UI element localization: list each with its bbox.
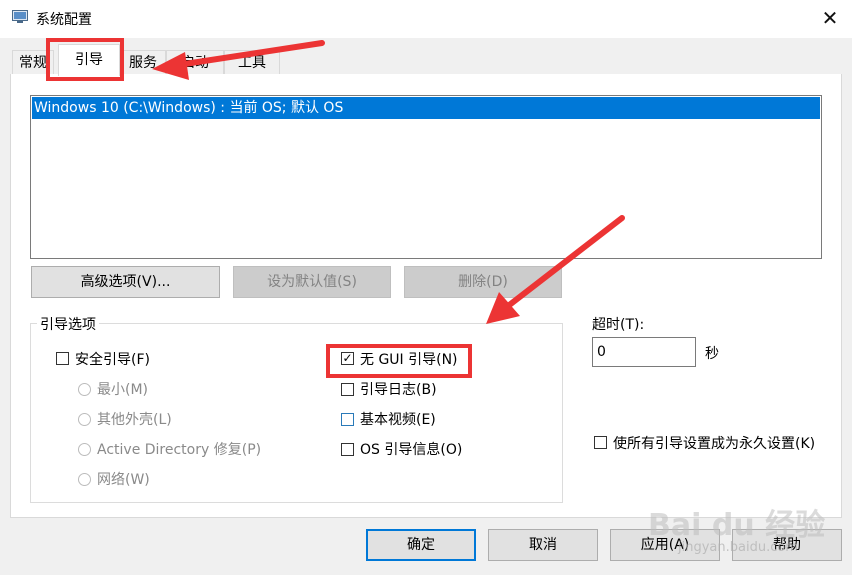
baidu-watermark-url: jingyan.baidu.com — [678, 540, 798, 555]
arrow-to-boot-tab — [152, 40, 325, 80]
annotation-arrows — [152, 40, 625, 324]
tab-boot[interactable]: 引导 — [58, 44, 120, 76]
arrow-to-no-gui — [486, 215, 625, 324]
baidu-watermark: Bai du 经验 — [648, 508, 826, 543]
